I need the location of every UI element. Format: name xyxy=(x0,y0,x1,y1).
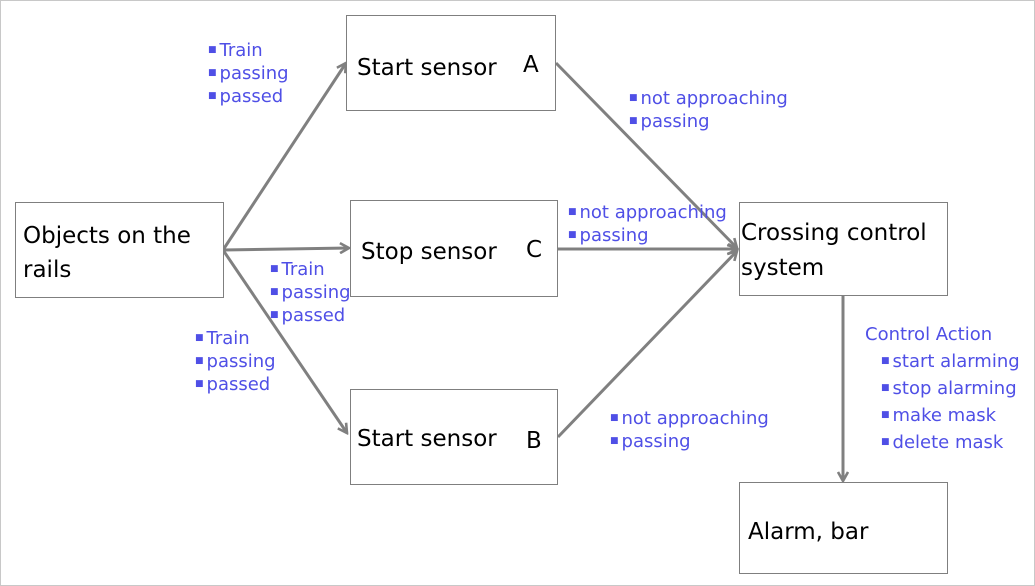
node-stop-c-label: Stop sensor xyxy=(361,239,497,265)
label-item: ■ passed xyxy=(270,305,346,326)
node-crossing-line1: Crossing control xyxy=(741,220,927,246)
arrow-objects-to-stop-c xyxy=(222,248,349,250)
label-to-start-b: ■ Train ■ passing ■ passed xyxy=(195,327,276,396)
diagram-canvas: Objects on the rails Start sensor A Stop… xyxy=(0,0,1035,586)
label-item: ■ Train xyxy=(195,328,250,349)
label-item: ■ not approaching xyxy=(629,88,788,109)
label-item: ■ passing xyxy=(195,351,276,372)
node-stop-sensor-c: Stop sensor C xyxy=(350,200,558,297)
node-alarm-label: Alarm, bar xyxy=(748,519,869,545)
node-stop-c-tag: C xyxy=(526,237,543,263)
label-item: ■ passing xyxy=(610,431,691,452)
node-start-sensor-b: Start sensor B xyxy=(350,389,558,485)
label-from-start-b: ■ not approaching ■ passing xyxy=(610,407,769,453)
label-from-stop-c: ■ not approaching ■ passing xyxy=(568,201,727,247)
node-objects-line1: Objects on the xyxy=(23,223,191,249)
node-crossing-line2: system xyxy=(741,255,825,281)
node-crossing-control-system: Crossing control system xyxy=(739,202,948,296)
node-start-a-label: Start sensor xyxy=(357,55,497,81)
node-alarm-bar: Alarm, bar xyxy=(739,482,948,574)
label-item: ■ passing xyxy=(568,225,649,246)
label-to-stop-c: ■ Train ■ passing ■ passed xyxy=(270,258,351,327)
label-item: ■ stop alarming xyxy=(881,378,1017,399)
node-start-b-tag: B xyxy=(526,428,542,454)
label-control-action: Control Action ■ start alarming ■ stop ala… xyxy=(865,321,1020,456)
label-item: ■ start alarming xyxy=(881,351,1020,372)
label-item: ■ passing xyxy=(629,111,710,132)
label-item: ■ delete mask xyxy=(881,432,1004,453)
label-item: ■ passing xyxy=(208,63,289,84)
label-item: ■ Train xyxy=(270,259,325,280)
label-item: ■ not approaching xyxy=(568,202,727,223)
label-item: ■ passed xyxy=(195,374,271,395)
label-item: ■ not approaching xyxy=(610,408,769,429)
label-item: ■ Train xyxy=(208,40,263,61)
label-from-start-a: ■ not approaching ■ passing xyxy=(629,87,788,133)
label-to-start-a: ■ Train ■ passing ■ passed xyxy=(208,39,289,108)
node-start-a-tag: A xyxy=(523,52,539,78)
label-item: ■ make mask xyxy=(881,405,997,426)
node-objects-on-rails: Objects on the rails xyxy=(15,202,224,298)
node-objects-line2: rails xyxy=(23,257,72,283)
control-action-title: Control Action xyxy=(865,324,993,345)
node-start-sensor-a: Start sensor A xyxy=(346,15,556,111)
label-item: ■ passing xyxy=(270,282,351,303)
node-start-b-label: Start sensor xyxy=(357,426,497,452)
label-item: ■ passed xyxy=(208,86,284,107)
